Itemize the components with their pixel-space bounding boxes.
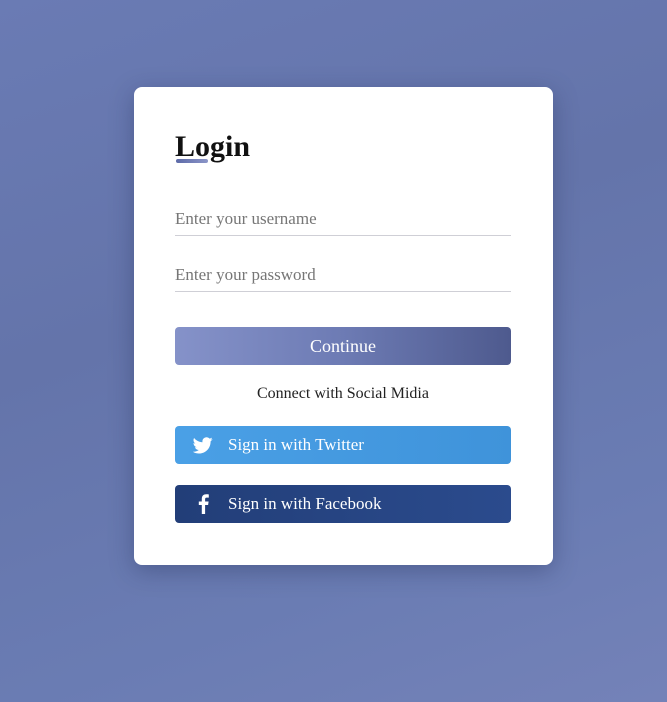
facebook-button-label: Sign in with Facebook [228, 494, 382, 513]
username-input[interactable] [175, 203, 511, 236]
twitter-signin-button[interactable]: Sign in with Twitter [175, 426, 511, 464]
password-input[interactable] [175, 259, 511, 292]
login-card: Login Continue Connect with Social Midia… [134, 87, 553, 565]
facebook-signin-button[interactable]: Sign in with Facebook [175, 485, 511, 523]
continue-button-label: Continue [310, 335, 376, 356]
social-caption: Connect with Social Midia [257, 385, 429, 402]
title-underline [176, 159, 208, 163]
twitter-button-label: Sign in with Twitter [228, 435, 364, 454]
twitter-bird-icon [193, 435, 213, 455]
facebook-f-icon [193, 494, 213, 514]
continue-button[interactable]: Continue [175, 327, 511, 365]
